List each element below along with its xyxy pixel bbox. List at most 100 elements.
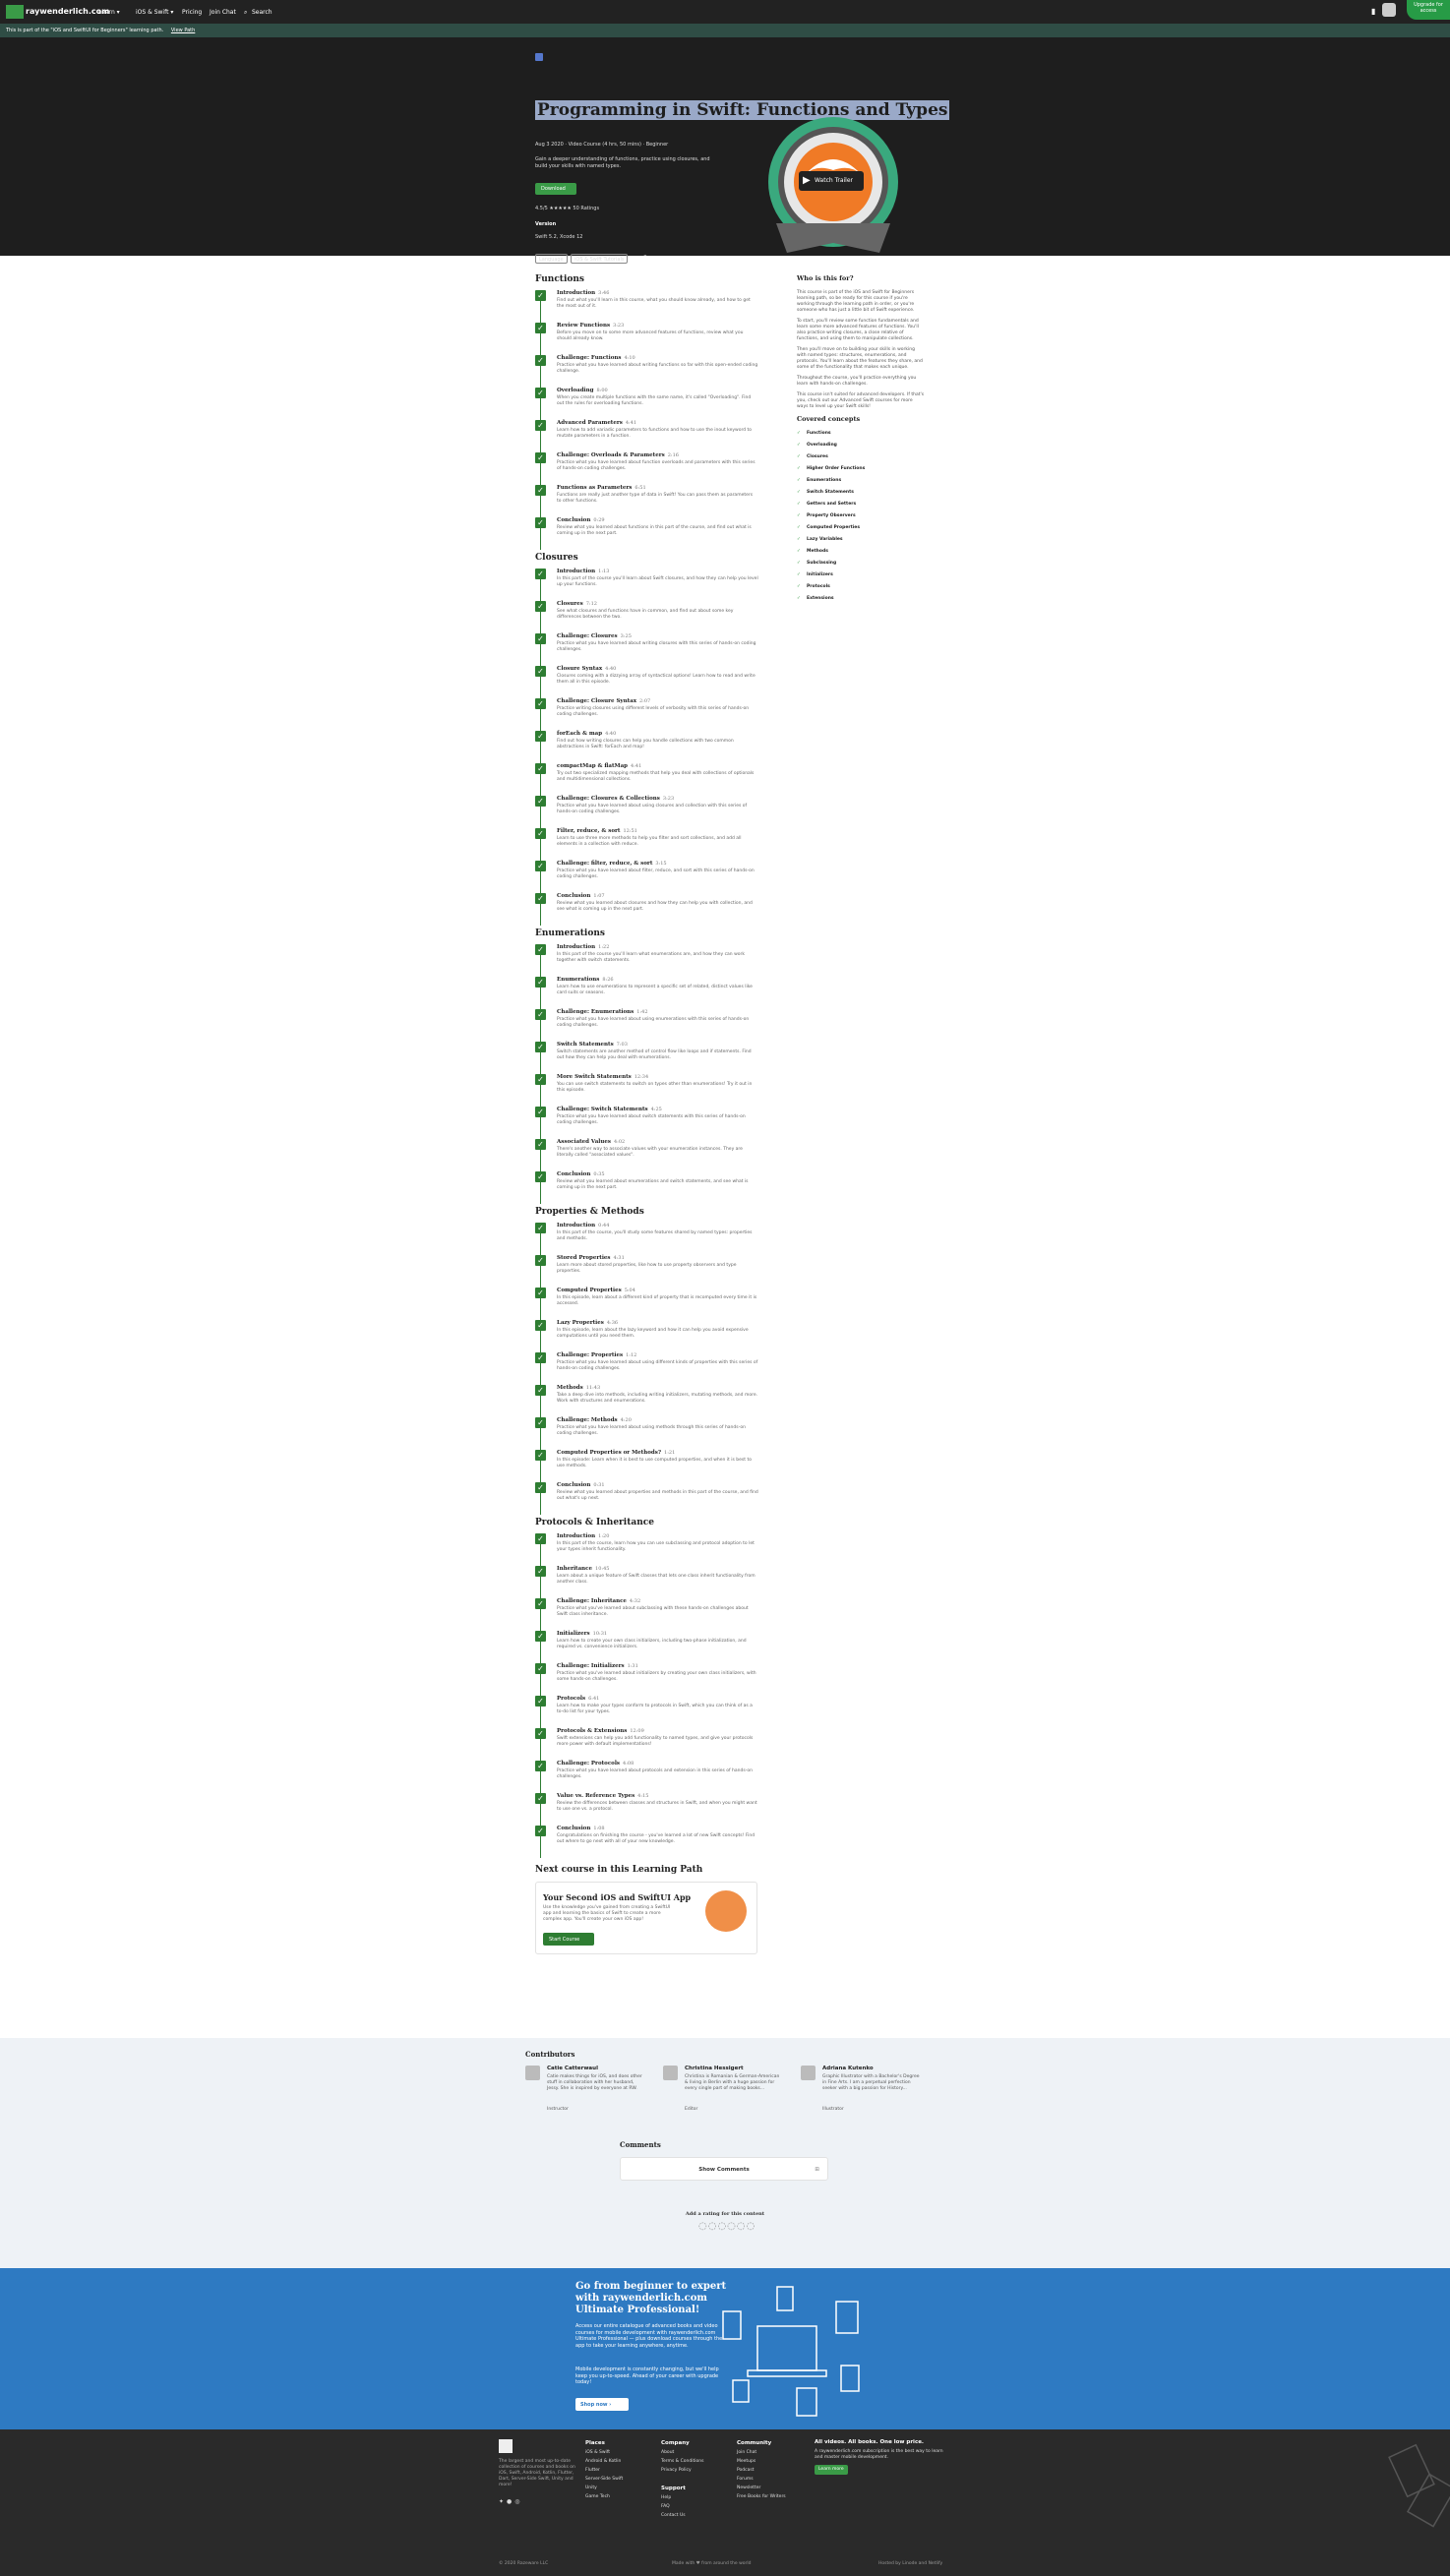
check-icon[interactable]: ✓ <box>535 1107 546 1117</box>
episode-item[interactable]: ✓ Challenge: Switch Statements 4:25 Practic… <box>535 1107 757 1139</box>
check-icon[interactable]: ✓ <box>535 1482 546 1493</box>
check-icon[interactable]: ✓ <box>535 1696 546 1707</box>
episode-title[interactable]: Lazy Properties 4:36 <box>557 1320 757 1326</box>
check-icon[interactable]: ✓ <box>535 1826 546 1836</box>
episode-title[interactable]: Introduction 3:46 <box>557 290 757 296</box>
check-icon[interactable]: ✓ <box>535 944 546 955</box>
episode-title[interactable]: compactMap & flatMap 4:41 <box>557 763 757 769</box>
brand-name[interactable]: raywenderlich.com <box>26 7 109 16</box>
episode-title[interactable]: Functions as Parameters 6:51 <box>557 485 757 491</box>
check-icon[interactable]: ✓ <box>535 1566 546 1577</box>
episode-item[interactable]: ✓ Challenge: Inheritance 4:32 Practice what… <box>535 1598 757 1631</box>
watch-trailer-button[interactable]: ▶ Watch Trailer <box>799 171 864 191</box>
check-icon[interactable]: ✓ <box>535 420 546 431</box>
upgrade-button[interactable]: Upgrade for access <box>1407 0 1450 20</box>
social-icons[interactable]: ✦●◎ <box>499 2498 523 2505</box>
episode-title[interactable]: Conclusion 0:35 <box>557 1171 757 1177</box>
check-icon[interactable]: ✓ <box>535 1533 546 1544</box>
search-icon[interactable]: ⌕ <box>244 9 247 17</box>
check-icon[interactable]: ✓ <box>535 1631 546 1642</box>
episode-title[interactable]: Closures 7:12 <box>557 601 757 607</box>
check-icon[interactable]: ✓ <box>535 1385 546 1396</box>
check-icon[interactable]: ✓ <box>535 1320 546 1331</box>
episode-item[interactable]: ✓ Computed Properties 5:04 In this episode,… <box>535 1288 757 1320</box>
episode-item[interactable]: ✓ Conclusion 1:08 Congratulations on finish… <box>535 1826 757 1858</box>
check-icon[interactable]: ✓ <box>535 1139 546 1150</box>
episode-title[interactable]: Challenge: Properties 1:12 <box>557 1352 757 1358</box>
episode-title[interactable]: Overloading 8:00 <box>557 388 757 393</box>
nav-ios-swift[interactable]: iOS & Swift ▾ <box>136 9 173 16</box>
check-icon[interactable]: ✓ <box>535 517 546 528</box>
episode-item[interactable]: ✓ Inheritance 10:45 Learn about a unique fe… <box>535 1566 757 1598</box>
episode-title[interactable]: Protocols & Extensions 12:09 <box>557 1728 757 1734</box>
episode-title[interactable]: Challenge: Closures 3:25 <box>557 633 757 639</box>
episode-item[interactable]: ✓ Challenge: Methods 4:20 Practice what you… <box>535 1417 757 1450</box>
episode-title[interactable]: Closure Syntax 4:40 <box>557 666 757 672</box>
episode-title[interactable]: Challenge: Inheritance 4:32 <box>557 1598 757 1604</box>
episode-item[interactable]: ✓ Challenge: Initializers 1:31 Practice wha… <box>535 1663 757 1696</box>
episode-title[interactable]: Challenge: Methods 4:20 <box>557 1417 757 1423</box>
download-button[interactable]: Download <box>535 183 576 195</box>
episode-title[interactable]: Stored Properties 4:31 <box>557 1255 757 1261</box>
learn-more-button[interactable]: Learn more <box>815 2465 848 2475</box>
episode-item[interactable]: ✓ Functions as Parameters 6:51 Functions ar… <box>535 485 757 517</box>
check-icon[interactable]: ✓ <box>535 601 546 612</box>
bookmark-icon[interactable]: ▮ <box>1371 7 1375 16</box>
episode-item[interactable]: ✓ Challenge: Protocols 4:08 Practice what y… <box>535 1761 757 1793</box>
episode-item[interactable]: ✓ Challenge: filter, reduce, & sort 3:15 Pr… <box>535 861 757 893</box>
episode-item[interactable]: ✓ Challenge: Overloads & Parameters 2:16 Pr… <box>535 452 757 485</box>
view-path-link[interactable]: View Path <box>171 28 195 33</box>
episode-title[interactable]: Challenge: Enumerations 1:42 <box>557 1009 757 1015</box>
bookmark-icon[interactable]: ❚ <box>642 255 648 263</box>
check-icon[interactable]: ✓ <box>535 323 546 333</box>
episode-item[interactable]: ✓ forEach & map 4:40 Find out how writing c… <box>535 731 757 763</box>
episode-item[interactable]: ✓ Conclusion 0:31 Review what you learned a… <box>535 1482 758 1515</box>
check-icon[interactable]: ✓ <box>535 1417 546 1428</box>
check-icon[interactable]: ✓ <box>535 1352 546 1363</box>
check-icon[interactable]: ✓ <box>535 452 546 463</box>
episode-item[interactable]: ✓ Conclusion 0:29 Review what you learned a… <box>535 517 757 550</box>
rating-stars[interactable]: ◌◌◌◌◌◌ <box>698 2221 755 2232</box>
next-course-card[interactable]: Your Second iOS and SwiftUI App Use the … <box>535 1882 757 1954</box>
episode-title[interactable]: Advanced Parameters 4:41 <box>557 420 757 426</box>
check-icon[interactable]: ✓ <box>535 1074 546 1085</box>
episode-item[interactable]: ✓ Stored Properties 4:31 Learn more about s… <box>535 1255 757 1288</box>
episode-item[interactable]: ✓ Overloading 8:00 When you create multiple… <box>535 388 757 420</box>
check-icon[interactable]: ✓ <box>535 666 546 677</box>
show-comments-button[interactable]: Show Comments ⊞ <box>620 2157 828 2181</box>
episode-item[interactable]: ✓ Challenge: Functions 4:10 Practice what y… <box>535 355 757 388</box>
episode-item[interactable]: ✓ Introduction 0:44 In this part of the cou… <box>535 1223 757 1255</box>
episode-item[interactable]: ✓ Switch Statements 7:03 Switch statements … <box>535 1042 757 1074</box>
nav-learn[interactable]: Learn ▾ <box>98 9 120 16</box>
check-icon[interactable]: ✓ <box>535 1761 546 1771</box>
check-icon[interactable]: ✓ <box>535 569 546 579</box>
episode-title[interactable]: Conclusion 1:07 <box>557 893 757 899</box>
episode-title[interactable]: Conclusion 0:31 <box>557 1482 757 1488</box>
episode-item[interactable]: ✓ Challenge: Closures 3:25 Practice what yo… <box>535 633 757 666</box>
episode-title[interactable]: Conclusion 1:08 <box>557 1826 757 1831</box>
check-icon[interactable]: ✓ <box>535 893 546 904</box>
check-icon[interactable]: ✓ <box>535 1793 546 1804</box>
episode-title[interactable]: Filter, reduce, & sort 12:51 <box>557 828 757 834</box>
episode-title[interactable]: Introduction 1:22 <box>557 944 757 950</box>
episode-item[interactable]: ✓ Value vs. Reference Types 4:15 Review the… <box>535 1793 757 1826</box>
shop-now-button[interactable]: Shop now › <box>575 2398 629 2411</box>
check-icon[interactable]: ✓ <box>535 1288 546 1298</box>
episode-title[interactable]: Challenge: Closures & Collections 3:23 <box>557 796 757 802</box>
check-icon[interactable]: ✓ <box>535 1598 546 1609</box>
check-icon[interactable]: ✓ <box>535 1728 546 1739</box>
episode-title[interactable]: Associated Values 4:02 <box>557 1139 757 1145</box>
avatar[interactable] <box>1382 3 1396 17</box>
check-icon[interactable]: ✓ <box>535 355 546 366</box>
episode-item[interactable]: ✓ Initializers 10:31 Learn how to create yo… <box>535 1631 757 1663</box>
episode-item[interactable]: ✓ Challenge: Closure Syntax 2:07 Practice w… <box>535 698 757 731</box>
episode-item[interactable]: ✓ compactMap & flatMap 4:41 Try out two spe… <box>535 763 757 796</box>
episode-title[interactable]: forEach & map 4:40 <box>557 731 757 737</box>
episode-item[interactable]: ✓ Protocols & Extensions 12:09 Swift extens… <box>535 1728 757 1761</box>
episode-title[interactable]: Introduction 1:13 <box>557 569 757 574</box>
episode-item[interactable]: ✓ Introduction 1:20 In this part of the cou… <box>535 1533 757 1566</box>
episode-item[interactable]: ✓ Lazy Properties 4:36 In this episode, lea… <box>535 1320 757 1352</box>
check-icon[interactable]: ✓ <box>535 1255 546 1266</box>
episode-item[interactable]: ✓ Advanced Parameters 4:41 Learn how to add… <box>535 420 757 452</box>
footer-logo[interactable] <box>499 2439 513 2453</box>
